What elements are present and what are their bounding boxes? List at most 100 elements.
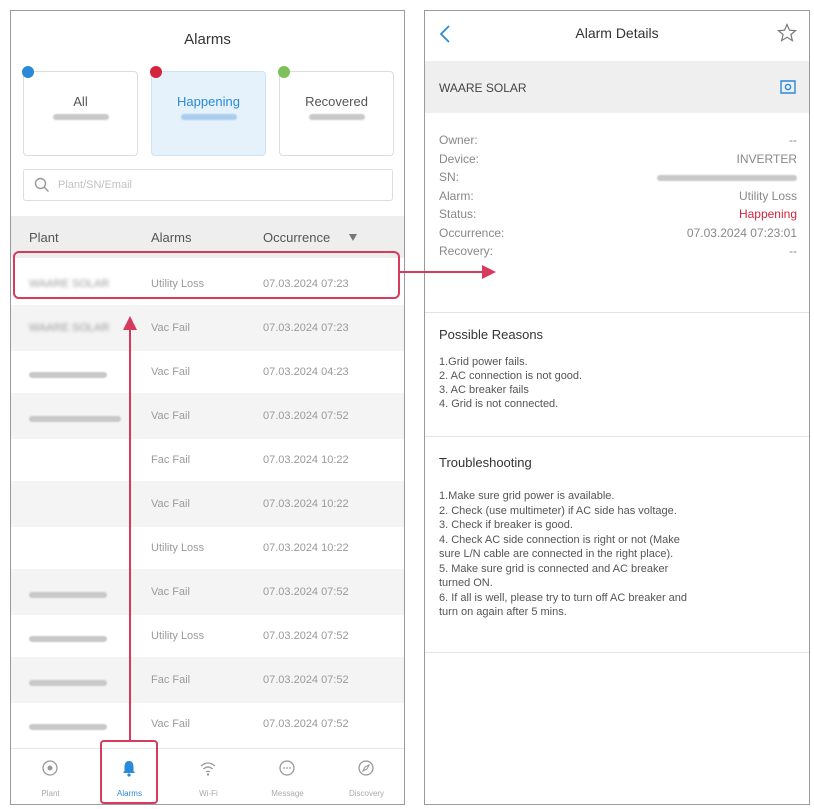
text-line: 6. If all is well, please try to turn of…	[439, 591, 688, 604]
text-line: 2. AC connection is not good.	[439, 370, 583, 382]
info-value: --	[789, 244, 797, 258]
page-title: Alarm Details	[575, 25, 659, 41]
info-row: Recovery: --	[439, 244, 797, 262]
filter-card-all[interactable]: All	[22, 66, 138, 156]
table-header: Plant Alarms Occurrence	[11, 216, 404, 258]
column-header-alarm: Alarms	[151, 230, 192, 245]
text-line: 5. Make sure grid is connected and AC br…	[439, 562, 669, 575]
column-header-plant: Plant	[29, 230, 59, 245]
tab-alarms[interactable]: Alarms	[90, 749, 169, 804]
search-icon	[34, 177, 49, 192]
occurrence-cell: 07.03.2024 07:52	[263, 586, 349, 598]
plant-name: WAARE SOLAR	[439, 81, 527, 95]
text-line: 1.Grid power fails.	[439, 356, 528, 368]
tab-label: Wi-Fi	[199, 789, 218, 798]
section-title: Troubleshooting	[439, 455, 532, 470]
table-row[interactable]: Utility Loss 07.03.2024 07:52	[11, 613, 404, 659]
wifi-icon	[200, 762, 216, 776]
table-row[interactable]: Utility Loss 07.03.2024 10:22	[11, 525, 404, 571]
redacted-count	[180, 114, 237, 120]
tab-label: Plant	[41, 789, 60, 798]
filter-card-label: Recovered	[305, 94, 368, 109]
redacted-count	[52, 114, 109, 120]
table-row[interactable]: Vac Fail 07.03.2024 07:52	[11, 569, 404, 615]
text-line: 3. AC breaker fails	[439, 384, 529, 396]
occurrence-cell: 07.03.2024 07:52	[263, 674, 349, 686]
tab-label: Alarms	[117, 789, 142, 798]
info-label: Recovery:	[439, 244, 494, 258]
redacted-count	[308, 114, 365, 120]
alarm-cell: Vac Fail	[151, 410, 190, 422]
tab-wifi[interactable]: Wi-Fi	[169, 749, 248, 804]
text-line: turn on again after 5 mins.	[439, 606, 567, 618]
info-label: Device:	[439, 151, 480, 166]
alarm-cell: Utility Loss	[151, 278, 205, 290]
filter-card-recovered[interactable]: Recovered	[278, 66, 394, 156]
info-value: 07.03.2024 07:23:01	[686, 225, 797, 240]
occurrence-cell: 07.03.2024 10:22	[263, 454, 349, 466]
info-row: Owner: --	[439, 133, 797, 151]
plant-cell	[29, 633, 107, 645]
text-line: 1.Make sure grid power is available.	[439, 490, 615, 502]
plant-header: WAARE SOLAR	[425, 61, 809, 113]
tab-label: Discovery	[348, 789, 385, 798]
info-dot-icon	[22, 66, 34, 78]
occurrence-cell: 07.03.2024 07:52	[263, 718, 349, 730]
plant-cell: WAARE SOLAR	[29, 278, 110, 290]
table-row[interactable]: Vac Fail 07.03.2024 07:52	[11, 393, 404, 439]
info-row: Status: Happening	[439, 207, 797, 225]
possible-reasons-section: Possible Reasons 1.Grid power fails. 2. A…	[425, 312, 809, 433]
filter-card-label: All	[73, 94, 88, 109]
info-row: Alarm: Utility Loss	[439, 189, 797, 207]
info-row: Device: INVERTER	[439, 152, 797, 170]
table-row[interactable]: Vac Fail 07.03.2024 10:22	[11, 481, 404, 527]
filter-card-happening[interactable]: Happening	[150, 66, 266, 156]
alarm-cell: Vac Fail	[151, 322, 190, 334]
compass-icon	[358, 760, 374, 776]
info-value: Utility Loss	[738, 188, 797, 203]
alarm-cell: Vac Fail	[151, 366, 190, 378]
column-header-occurrence[interactable]: Occurrence	[263, 230, 330, 245]
text-line: 4. Grid is not connected.	[439, 398, 559, 410]
info-label: Owner:	[439, 133, 478, 147]
occurrence-cell: 07.03.2024 07:52	[263, 410, 349, 422]
sort-down-icon[interactable]	[349, 234, 357, 241]
table-row[interactable]: Vac Fail 07.03.2024 04:23	[11, 349, 404, 395]
text-line: 2. Check (use multimeter) if AC side has…	[439, 504, 677, 517]
tab-discovery[interactable]: Discovery	[327, 749, 404, 804]
check-dot-icon	[278, 66, 290, 78]
alarm-details-screen: Alarm Details WAARE SOLAR Owner: -- Device…	[424, 10, 810, 805]
plant-icon	[42, 760, 58, 776]
alert-dot-icon	[150, 66, 162, 78]
info-row: SN:	[439, 170, 797, 188]
alarm-cell: Utility Loss	[151, 630, 205, 642]
occurrence-cell: 07.03.2024 10:22	[263, 542, 349, 554]
table-row[interactable]: WAARE SOLAR Vac Fail 07.03.2024 07:23	[11, 305, 404, 351]
message-icon	[279, 760, 295, 776]
filter-card-label: Happening	[177, 94, 240, 109]
plant-cell: WAARE SOLAR	[29, 322, 110, 334]
search-input[interactable]: Plant/SN/Email	[23, 169, 393, 201]
section-title: Possible Reasons	[439, 327, 544, 342]
alarm-cell: Fac Fail	[151, 674, 191, 686]
table-row[interactable]: Fac Fail 07.03.2024 07:52	[11, 657, 404, 703]
alarm-cell: Utility Loss	[151, 542, 205, 554]
bottom-tab-bar: Plant Alarms Wi-Fi Message Discovery	[11, 748, 404, 804]
occurrence-cell: 07.03.2024 10:22	[263, 498, 349, 510]
tab-plant[interactable]: Plant	[11, 749, 90, 804]
occurrence-cell: 07.03.2024 07:52	[263, 630, 349, 642]
tab-message[interactable]: Message	[248, 749, 327, 804]
table-row[interactable]: Vac Fail 07.03.2024 07:52	[11, 701, 404, 747]
info-value: Happening	[738, 207, 797, 221]
table-row[interactable]: Fac Fail 07.03.2024 10:22	[11, 437, 404, 483]
bell-icon	[123, 761, 135, 777]
table-row[interactable]: WAARE SOLAR Utility Loss 07.03.2024 07:23	[11, 261, 404, 307]
info-label: Alarm:	[439, 188, 474, 203]
info-label: Occurrence:	[439, 225, 505, 240]
occurrence-cell: 07.03.2024 07:23	[263, 322, 349, 334]
star-icon[interactable]	[777, 23, 797, 43]
search-placeholder: Plant/SN/Email	[58, 179, 132, 191]
page-title: Alarms	[184, 31, 231, 48]
info-label: Status:	[439, 207, 477, 221]
locate-plant-icon[interactable]	[779, 78, 797, 96]
